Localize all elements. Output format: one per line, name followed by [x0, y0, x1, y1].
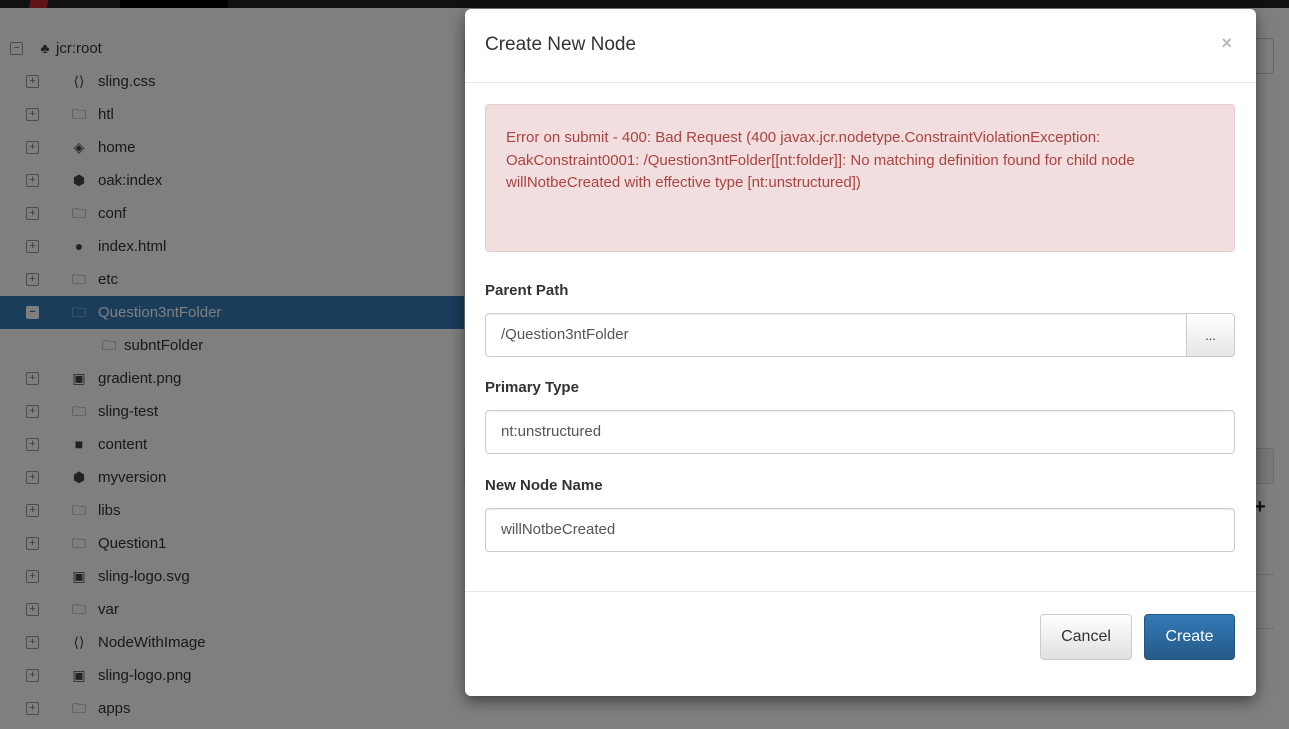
parent-path-group: /Question3ntFolder ...: [485, 313, 1235, 357]
modal-footer: Cancel Create: [465, 591, 1256, 696]
node-name-label: New Node Name: [485, 477, 603, 494]
cancel-button[interactable]: Cancel: [1040, 614, 1132, 660]
modal-title: Create New Node: [485, 34, 637, 55]
close-icon[interactable]: ×: [1221, 33, 1232, 54]
modal-header: Create New Node ×: [465, 9, 1256, 83]
primary-type-input[interactable]: nt:unstructured: [485, 410, 1235, 454]
error-alert: Error on submit - 400: Bad Request (400 …: [485, 104, 1235, 252]
create-button[interactable]: Create: [1144, 614, 1235, 660]
browse-path-button[interactable]: ...: [1186, 313, 1235, 357]
primary-type-label: Primary Type: [485, 379, 579, 396]
node-name-input[interactable]: willNotbeCreated: [485, 508, 1235, 552]
create-node-dialog: Create New Node × Error on submit - 400:…: [465, 9, 1256, 696]
parent-path-input[interactable]: /Question3ntFolder: [485, 313, 1187, 357]
parent-path-label: Parent Path: [485, 282, 569, 299]
